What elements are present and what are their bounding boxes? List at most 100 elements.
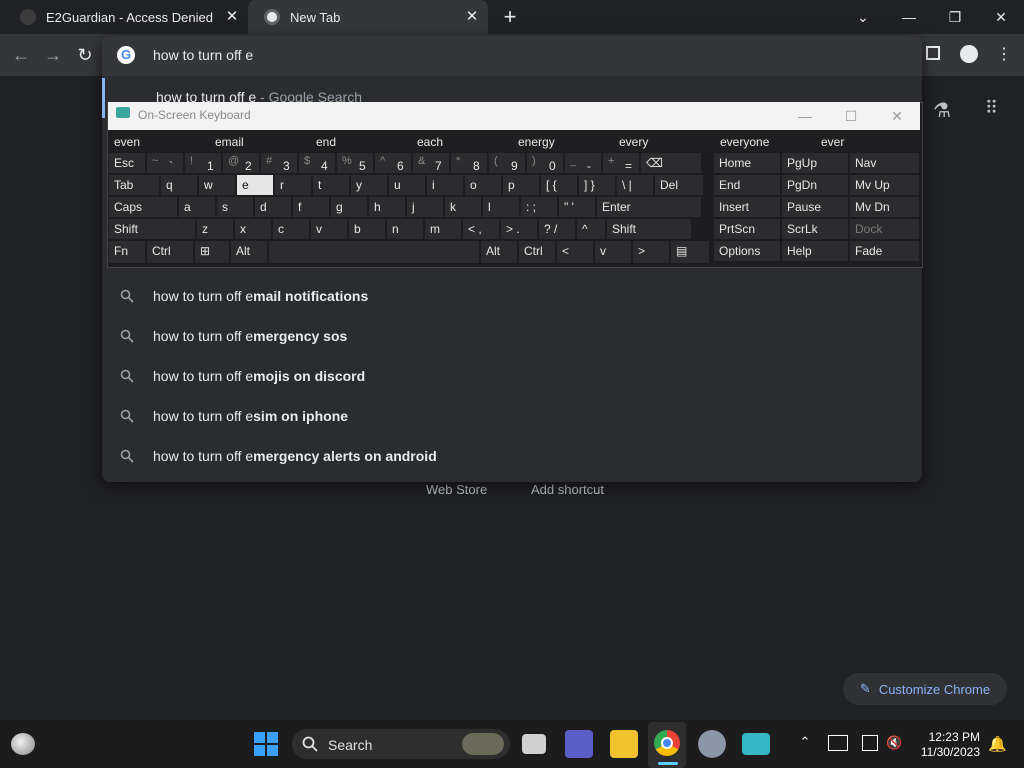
menu-kebab-icon[interactable]: ⋮ bbox=[996, 44, 1012, 66]
osk-key[interactable]: n bbox=[387, 219, 423, 239]
osk-key[interactable]: ~ ` bbox=[147, 153, 183, 173]
osk-prediction[interactable]: every bbox=[614, 132, 714, 152]
osk-key[interactable]: Caps bbox=[109, 197, 177, 217]
osk-key[interactable]: * 8 bbox=[451, 153, 487, 173]
osk-key[interactable]: < , bbox=[463, 219, 499, 239]
speaker-muted-icon[interactable]: 🔇 bbox=[886, 735, 904, 751]
osk-key[interactable]: j bbox=[407, 197, 443, 217]
tab-e2guardian[interactable]: E2Guardian - Access Denied ✕ bbox=[4, 0, 248, 34]
forward-icon[interactable]: → bbox=[42, 44, 64, 66]
customize-chrome-button[interactable]: ✎ Customize Chrome bbox=[843, 673, 1007, 705]
osk-key[interactable]: \ | bbox=[617, 175, 653, 195]
file-explorer-icon[interactable] bbox=[610, 730, 638, 758]
suggestion-row[interactable]: how to turn off emojis on discord bbox=[102, 357, 922, 397]
osk-key[interactable]: Esc bbox=[109, 153, 145, 173]
osk-key[interactable]: ! 1 bbox=[185, 153, 221, 173]
osk-prediction[interactable]: ever bbox=[816, 132, 919, 152]
osk-key[interactable]: PgUp bbox=[782, 153, 848, 173]
osk-key[interactable]: m bbox=[425, 219, 461, 239]
osk-key[interactable]: b bbox=[349, 219, 385, 239]
osk-key[interactable]: e bbox=[237, 175, 273, 195]
suggestion-row[interactable]: how to turn off emergency sos bbox=[102, 317, 922, 357]
osk-key[interactable]: Pause bbox=[782, 197, 848, 217]
tab-search-icon[interactable]: ⌄ bbox=[840, 0, 886, 34]
close-tab-icon[interactable]: ✕ bbox=[224, 9, 240, 25]
osk-key[interactable]: c bbox=[273, 219, 309, 239]
osk-key[interactable]: Mv Dn bbox=[850, 197, 919, 217]
tab-new-tab[interactable]: New Tab ✕ bbox=[248, 0, 488, 34]
shortcut-add[interactable]: Add shortcut bbox=[531, 482, 604, 497]
osk-key[interactable]: u bbox=[389, 175, 425, 195]
osk-key[interactable]: Dock bbox=[850, 219, 919, 239]
osk-key[interactable]: v bbox=[311, 219, 347, 239]
osk-key[interactable]: #3 bbox=[261, 153, 297, 173]
labs-flask-icon[interactable]: ⚗ bbox=[930, 98, 954, 122]
osk-prediction[interactable]: energy bbox=[513, 132, 613, 152]
back-icon[interactable]: ← bbox=[10, 44, 32, 66]
osk-key[interactable]: % 5 bbox=[337, 153, 373, 173]
osk-prediction[interactable]: end bbox=[311, 132, 411, 152]
osk-key[interactable]: ^ 6 bbox=[375, 153, 411, 173]
suggestion-row[interactable]: how to turn off emergency alerts on andr… bbox=[102, 437, 922, 477]
osk-close-button[interactable]: ✕ bbox=[874, 102, 920, 130]
close-window-button[interactable]: ✕ bbox=[978, 0, 1024, 34]
task-view-icon[interactable] bbox=[522, 734, 546, 754]
teams-icon[interactable] bbox=[565, 730, 593, 758]
osk-key[interactable]: r bbox=[275, 175, 311, 195]
osk-key[interactable]: l bbox=[483, 197, 519, 217]
osk-key[interactable]: k bbox=[445, 197, 481, 217]
osk-key[interactable]: " ' bbox=[559, 197, 595, 217]
osk-key[interactable]: Ctrl bbox=[519, 241, 555, 263]
osk-key[interactable]: @2 bbox=[223, 153, 259, 173]
apps-grid-icon[interactable]: ⠿ bbox=[980, 98, 1002, 120]
osk-key[interactable]: PrtScn bbox=[714, 219, 780, 239]
network-icon[interactable] bbox=[862, 735, 878, 751]
onedrive-offline-icon[interactable] bbox=[828, 735, 848, 751]
osk-key[interactable]: Shift bbox=[607, 219, 691, 239]
notification-bell-icon[interactable]: 🔔 bbox=[988, 735, 1007, 753]
osk-key[interactable]: > . bbox=[501, 219, 537, 239]
new-tab-button[interactable]: + bbox=[498, 4, 522, 30]
osk-key[interactable]: Enter bbox=[597, 197, 701, 217]
osk-key[interactable] bbox=[269, 241, 479, 263]
osk-key[interactable]: ) 0 bbox=[527, 153, 563, 173]
osk-prediction[interactable]: email bbox=[210, 132, 310, 152]
omnibox-input[interactable]: how to turn off e bbox=[153, 47, 253, 63]
osk-key[interactable]: Home bbox=[714, 153, 780, 173]
osk-key[interactable]: PgDn bbox=[782, 175, 848, 195]
reload-icon[interactable]: ↻ bbox=[74, 44, 96, 66]
osk-key[interactable]: > bbox=[633, 241, 669, 263]
osk-key[interactable]: v bbox=[595, 241, 631, 263]
osk-key[interactable]: Fn bbox=[109, 241, 145, 263]
osk-key[interactable]: (9 bbox=[489, 153, 525, 173]
osk-key[interactable]: ? / bbox=[539, 219, 575, 239]
osk-key[interactable]: + = bbox=[603, 153, 639, 173]
clock[interactable]: 12:23 PM 11/30/2023 bbox=[921, 730, 980, 760]
osk-key[interactable]: Insert bbox=[714, 197, 780, 217]
on-screen-keyboard-taskbar-icon[interactable] bbox=[742, 733, 770, 755]
osk-key[interactable]: Shift bbox=[109, 219, 195, 239]
start-windows-icon[interactable] bbox=[254, 732, 278, 756]
osk-prediction[interactable]: everyone bbox=[715, 132, 815, 152]
suggestion-row[interactable]: how to turn off email notifications bbox=[102, 277, 922, 317]
osk-key[interactable]: < bbox=[557, 241, 593, 263]
osk-prediction[interactable]: each bbox=[412, 132, 512, 152]
osk-key[interactable]: _ - bbox=[565, 153, 601, 173]
osk-key[interactable]: ▤ bbox=[671, 241, 709, 263]
osk-key[interactable]: g bbox=[331, 197, 367, 217]
osk-key[interactable]: w bbox=[199, 175, 235, 195]
suggestion-row[interactable]: how to turn off esim on iphone bbox=[102, 397, 922, 437]
osk-key[interactable]: Del bbox=[655, 175, 703, 195]
osk-key[interactable]: h bbox=[369, 197, 405, 217]
osk-key[interactable]: : ; bbox=[521, 197, 557, 217]
osk-key[interactable]: p bbox=[503, 175, 539, 195]
osk-key[interactable]: ⊞ bbox=[195, 241, 229, 263]
settings-gear-icon[interactable] bbox=[698, 730, 726, 758]
osk-key[interactable]: ⌫ bbox=[641, 153, 701, 173]
osk-key[interactable]: q bbox=[161, 175, 197, 195]
osk-key[interactable]: ] } bbox=[579, 175, 615, 195]
osk-key[interactable]: ^ bbox=[577, 219, 605, 239]
osk-key[interactable]: Tab bbox=[109, 175, 159, 195]
osk-key[interactable]: & 7 bbox=[413, 153, 449, 173]
osk-key[interactable]: Nav bbox=[850, 153, 919, 173]
